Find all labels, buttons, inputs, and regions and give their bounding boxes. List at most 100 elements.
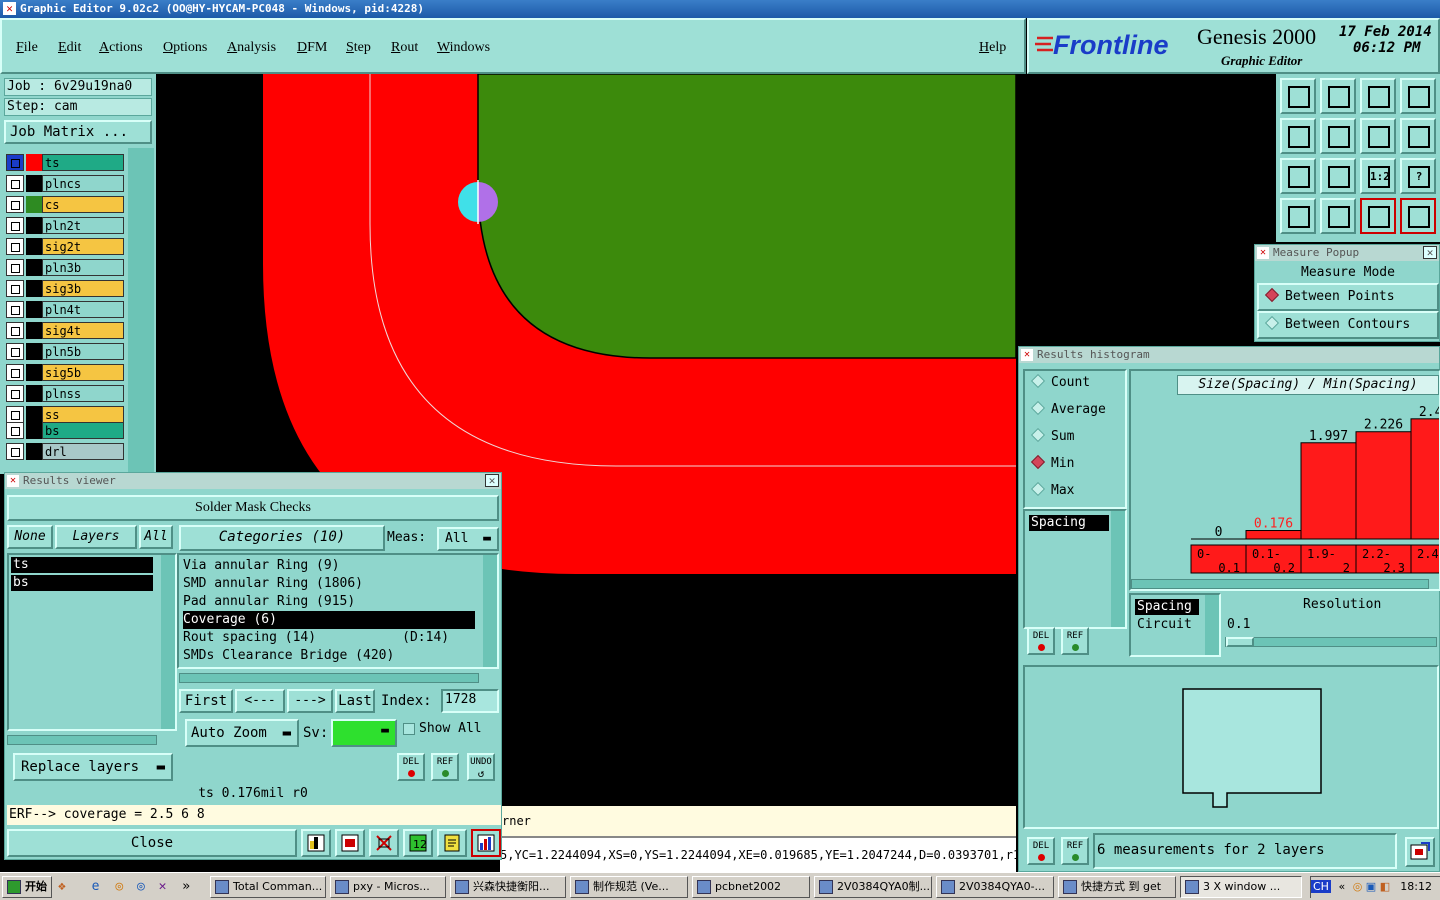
layer-visibility-checkbox[interactable]	[6, 443, 24, 460]
menu-analysis[interactable]: Analysis	[227, 40, 276, 56]
move-right-icon[interactable]	[1320, 118, 1356, 154]
viewer-undo-button[interactable]: UNDO ↺	[467, 753, 495, 781]
layer-visibility-checkbox[interactable]	[6, 196, 24, 213]
menu-dfm[interactable]: DFM	[297, 40, 327, 56]
category-item[interactable]: SMDs Clearance Bridge (420)	[183, 647, 475, 665]
taskbar-task-4[interactable]: pcbnet2002	[692, 876, 810, 898]
resolution-slider[interactable]	[1225, 637, 1437, 647]
drc-icon[interactable]	[1400, 198, 1436, 234]
menu-windows[interactable]: Windows	[437, 40, 490, 56]
taskbar-task-2[interactable]: 兴森快捷衡阳...	[450, 876, 566, 898]
xwin-icon[interactable]: ✕	[159, 879, 167, 894]
histogram-export-icon[interactable]	[1405, 837, 1435, 867]
tray-expand-icon[interactable]: «	[1338, 880, 1345, 893]
tool-highlight-icon[interactable]	[335, 829, 365, 857]
menu-actions[interactable]: Actions	[99, 40, 143, 56]
categories-button[interactable]: Categories (10)	[179, 525, 385, 551]
category-item[interactable]: Rout spacing (14) (D:14)	[183, 629, 475, 647]
layer-visibility-checkbox[interactable]	[6, 154, 24, 171]
menu-edit[interactable]: Edit	[58, 40, 81, 56]
menu-help[interactable]: Help	[979, 40, 1006, 56]
preview-ref-button[interactable]: REF	[1061, 837, 1089, 865]
between-contours-radio[interactable]: Between Contours	[1257, 311, 1439, 339]
between-points-radio[interactable]: Between Points	[1257, 283, 1439, 311]
layer-visibility-checkbox[interactable]	[6, 406, 24, 423]
show-all-checkbox[interactable]	[403, 723, 415, 735]
category-item[interactable]: SMD annular Ring (1806)	[183, 575, 475, 593]
center-icon[interactable]	[1320, 158, 1356, 194]
layer-list-scrollbar[interactable]	[161, 555, 175, 729]
layers-none-button[interactable]: None	[7, 525, 53, 549]
viewer-del-button[interactable]: DEL	[397, 753, 425, 781]
histogram-bar[interactable]	[1300, 442, 1357, 540]
close-button[interactable]: Close	[7, 829, 297, 857]
stat-option-average[interactable]: Average	[1030, 400, 1106, 417]
list-scrollbar[interactable]	[1111, 511, 1125, 627]
taskbar-task-7[interactable]: 快捷方式 到 get	[1058, 876, 1176, 898]
prev-button[interactable]: <---	[235, 689, 285, 713]
tool-histogram-icon[interactable]	[471, 829, 501, 857]
menu-file[interactable]: File	[16, 40, 38, 56]
layer-visibility-checkbox[interactable]	[6, 175, 24, 192]
taskbar-task-8[interactable]: 3 X window ...	[1180, 876, 1302, 898]
job-matrix-button[interactable]: Job Matrix ...	[4, 120, 152, 144]
cut-icon[interactable]	[1280, 78, 1316, 114]
layer-visibility-checkbox[interactable]	[6, 422, 24, 439]
layers-button[interactable]: Layers	[55, 525, 137, 549]
chart-scrollbar[interactable]	[1131, 579, 1429, 589]
ie-icon[interactable]: e	[92, 879, 100, 894]
meas-dropdown[interactable]: All ▬	[437, 527, 499, 551]
category-item[interactable]: Pad annular Ring (915)	[183, 593, 475, 611]
layer-visibility-checkbox[interactable]	[6, 364, 24, 381]
results-layer-ts[interactable]: ts	[11, 557, 153, 573]
last-button[interactable]: Last	[335, 689, 375, 713]
auto-zoom-dropdown[interactable]: Auto Zoom ▬	[185, 719, 299, 747]
replace-layers-dropdown[interactable]: Replace layers ▬	[13, 753, 173, 781]
resolution-slider-thumb[interactable]	[1226, 637, 1254, 647]
menu-rout[interactable]: Rout	[391, 40, 418, 56]
redraw-icon[interactable]	[1400, 118, 1436, 154]
more-icon[interactable]: »	[182, 879, 190, 894]
tray-volume-icon[interactable]: ◧	[1380, 880, 1390, 893]
close-icon[interactable]: ✕	[1423, 246, 1437, 259]
outlook-icon[interactable]: ◎	[137, 879, 145, 894]
home-icon[interactable]	[1360, 78, 1396, 114]
snap-icon[interactable]	[1360, 198, 1396, 234]
move-left-icon[interactable]	[1280, 118, 1316, 154]
grid-icon[interactable]	[1320, 198, 1356, 234]
close-icon[interactable]: ✕	[485, 474, 499, 487]
layer-visibility-checkbox[interactable]	[6, 259, 24, 276]
layer-list-hscroll[interactable]	[7, 735, 157, 745]
paste-icon[interactable]	[1320, 78, 1356, 114]
ratio-icon[interactable]: 1:2	[1360, 158, 1396, 194]
category-item[interactable]: Via annular Ring (9)	[183, 557, 475, 575]
layer-visibility-checkbox[interactable]	[6, 238, 24, 255]
preview-del-button[interactable]: DEL	[1027, 837, 1055, 865]
type-item-spacing[interactable]: Spacing	[1135, 599, 1199, 615]
layer-visibility-checkbox[interactable]	[6, 322, 24, 339]
tool-delete-marks-icon[interactable]	[369, 829, 399, 857]
ime-indicator[interactable]: CH	[1311, 880, 1331, 893]
stat-option-max[interactable]: Max	[1030, 481, 1074, 498]
layer-visibility-checkbox[interactable]	[6, 301, 24, 318]
categories-scrollbar[interactable]	[483, 555, 497, 667]
histogram-ref-button[interactable]: REF	[1061, 627, 1089, 655]
layer-visibility-checkbox[interactable]	[6, 280, 24, 297]
index-input[interactable]: 1728	[441, 689, 499, 713]
media-icon[interactable]: ◎	[115, 879, 123, 894]
tool-layer-icon[interactable]	[301, 829, 331, 857]
sv-color-dropdown[interactable]: ▬	[331, 719, 397, 747]
layer-visibility-checkbox[interactable]	[6, 217, 24, 234]
network-icon[interactable]: ❖	[58, 879, 66, 894]
taskbar-task-5[interactable]: 2V0384QYA0制...	[814, 876, 932, 898]
start-button[interactable]: 开始	[2, 876, 52, 898]
type-list-scrollbar[interactable]	[1205, 595, 1219, 655]
stat-option-count[interactable]: Count	[1030, 373, 1090, 390]
measure-icon[interactable]	[1280, 198, 1316, 234]
taskbar-task-3[interactable]: 制作规范 (Ve...	[570, 876, 688, 898]
categories-hscroll[interactable]	[179, 673, 479, 683]
tool-report-icon[interactable]	[437, 829, 467, 857]
histogram-bar[interactable]	[1355, 431, 1412, 540]
list-selected-item[interactable]: Spacing	[1029, 515, 1109, 531]
taskbar-task-0[interactable]: Total Comman...	[210, 876, 326, 898]
